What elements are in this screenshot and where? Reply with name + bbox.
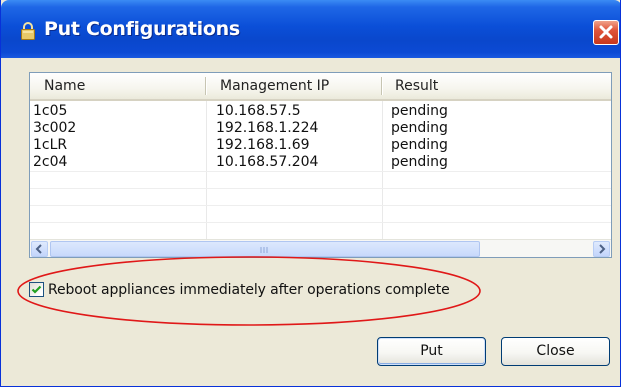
cell-result: pending: [391, 137, 448, 153]
table-row[interactable]: 2c04 10.168.57.204 pending: [30, 154, 611, 171]
table-row[interactable]: 3c002 192.168.1.224 pending: [30, 120, 611, 137]
column-header-name[interactable]: Name: [34, 73, 204, 99]
scroll-right-button[interactable]: [593, 241, 610, 257]
checkmark-icon: [31, 285, 42, 294]
table-row[interactable]: 1c05 10.168.57.5 pending: [30, 103, 611, 120]
reboot-checkbox[interactable]: [29, 282, 44, 297]
row-gridline: [30, 205, 611, 206]
row-gridline: [30, 171, 611, 172]
title-bar[interactable]: Put Configurations: [1, 0, 620, 58]
cell-result: pending: [391, 103, 448, 119]
put-configurations-dialog: Put Configurations Name Management IP Re…: [0, 0, 621, 387]
cell-management-ip: 192.168.1.69: [216, 137, 310, 153]
horizontal-scrollbar[interactable]: [30, 239, 611, 257]
reboot-checkbox-label[interactable]: Reboot appliances immediately after oper…: [48, 281, 450, 299]
column-header-result[interactable]: Result: [385, 73, 605, 99]
scroll-left-button[interactable]: [31, 241, 48, 257]
table-row[interactable]: 1cLR 192.168.1.69 pending: [30, 137, 611, 154]
arrow-left-icon: [35, 244, 42, 254]
cell-name: 3c002: [33, 120, 77, 136]
arrow-right-icon: [599, 244, 606, 254]
window-title: Put Configurations: [44, 18, 240, 40]
column-header-management-ip[interactable]: Management IP: [210, 73, 380, 99]
cell-result: pending: [391, 154, 448, 170]
close-window-button[interactable]: [593, 20, 619, 45]
put-button[interactable]: Put: [377, 337, 486, 366]
close-button[interactable]: Close: [501, 337, 610, 366]
dialog-body: Name Management IP Result 1c05 10.168.57…: [1, 58, 620, 386]
cell-management-ip: 192.168.1.224: [216, 120, 319, 136]
grip-icon: [260, 247, 268, 253]
row-gridline: [30, 188, 611, 189]
column-divider[interactable]: [205, 77, 206, 95]
column-divider[interactable]: [381, 77, 382, 95]
cell-result: pending: [391, 120, 448, 136]
close-icon: [599, 25, 613, 39]
table-header: Name Management IP Result: [30, 73, 611, 101]
row-gridline: [30, 222, 611, 223]
scrollbar-thumb[interactable]: [50, 241, 480, 257]
lock-icon: [20, 21, 36, 41]
cell-management-ip: 10.168.57.5: [216, 103, 301, 119]
cell-management-ip: 10.168.57.204: [216, 154, 319, 170]
configurations-table: Name Management IP Result 1c05 10.168.57…: [29, 72, 612, 258]
cell-name: 1c05: [33, 103, 68, 119]
cell-name: 2c04: [33, 154, 68, 170]
cell-name: 1cLR: [33, 137, 68, 153]
